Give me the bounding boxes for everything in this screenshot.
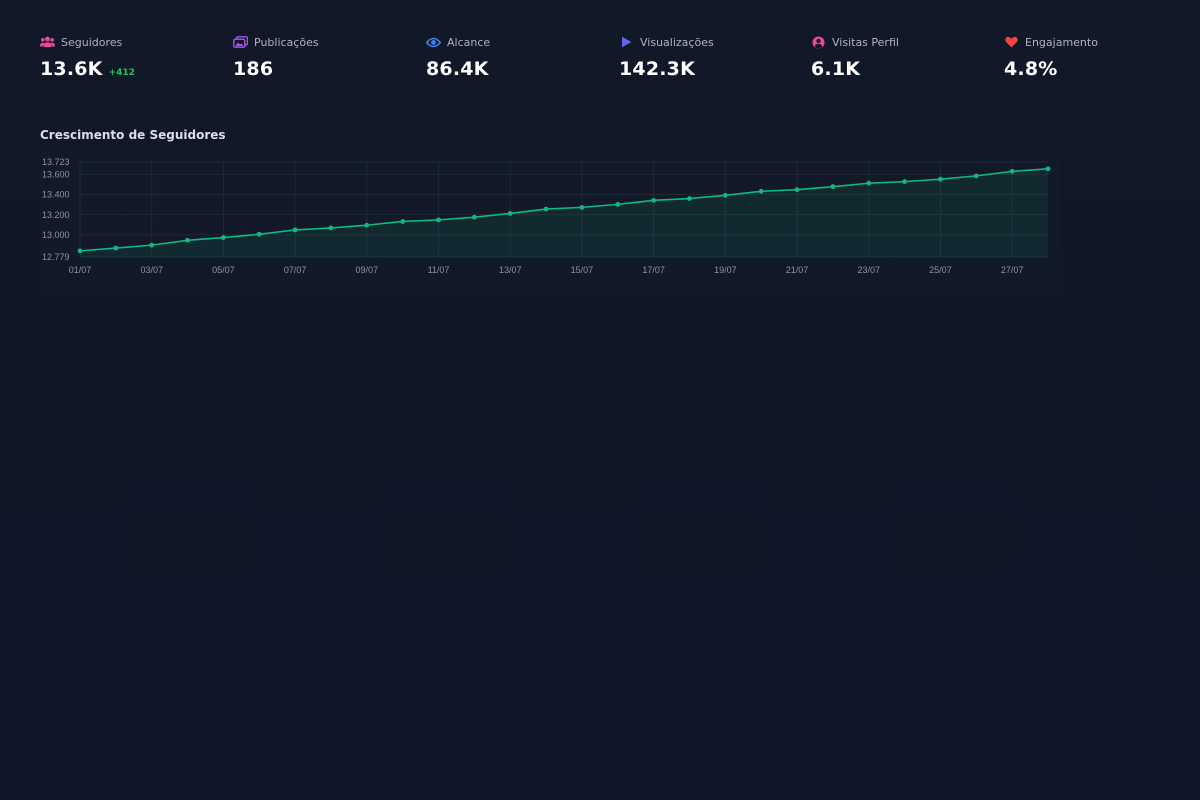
data-point (77, 248, 83, 254)
data-point (794, 187, 800, 193)
data-point (364, 222, 370, 228)
data-point (436, 217, 441, 223)
data-point (149, 242, 155, 248)
play-icon (619, 35, 634, 50)
metric-value: 4.8% (1004, 58, 1058, 80)
metric-value: 186 (233, 58, 274, 80)
metric-profile-visits: Visitas Perfil 6.1K (811, 34, 1001, 81)
data-point (256, 231, 262, 237)
x-tick-label: 15/07 (571, 265, 594, 275)
x-tick-label: 03/07 (140, 265, 163, 275)
y-tick-label: 13.600 (42, 170, 70, 180)
x-tick-label: 05/07 (212, 265, 235, 275)
metric-value: 13.6K (40, 58, 103, 80)
metric-label: Visualizações (640, 35, 714, 49)
metrics-row: Seguidores 13.6K +412 Publicações 186 Al… (40, 34, 1160, 84)
data-point (1045, 166, 1051, 172)
data-point (507, 211, 513, 216)
y-tick-label: 13.723 (42, 157, 70, 167)
data-point (328, 225, 334, 231)
x-tick-label: 01/07 (69, 265, 92, 275)
metric-value: 86.4K (426, 58, 489, 80)
metric-delta: +412 (108, 68, 135, 78)
data-point (615, 201, 621, 207)
data-point (113, 245, 119, 251)
metric-engagement: Engajamento 4.8% (1004, 34, 1194, 81)
data-point (221, 235, 226, 240)
metric-label: Seguidores (61, 35, 123, 49)
y-tick-label: 13.400 (42, 190, 70, 200)
data-point (758, 188, 764, 194)
data-point (973, 173, 979, 179)
metric-label: Publicações (254, 35, 319, 49)
data-point (400, 219, 406, 224)
data-point (292, 227, 298, 233)
metric-posts: Publicações 186 (233, 34, 423, 81)
metric-label: Visitas Perfil (832, 35, 899, 49)
heart-icon (1004, 35, 1019, 50)
x-tick-label: 09/07 (356, 265, 379, 275)
data-point (471, 214, 477, 220)
data-point (938, 176, 943, 182)
data-point (543, 206, 549, 212)
metric-reach: Alcance 86.4K (426, 34, 616, 80)
metric-value: 6.1K (811, 58, 861, 80)
eye-icon (426, 35, 441, 50)
data-point (830, 184, 836, 190)
data-point (579, 204, 585, 210)
x-tick-label: 19/07 (714, 265, 737, 275)
data-point (1009, 168, 1015, 174)
metric-label: Engajamento (1025, 35, 1098, 49)
dashboard-page: Seguidores 13.6K +412 Publicações 186 Al… (0, 0, 1200, 800)
data-point (722, 192, 728, 198)
chart-title: Crescimento de Seguidores (40, 128, 226, 142)
data-point (902, 179, 907, 185)
x-tick-label: 07/07 (284, 265, 307, 275)
x-tick-label: 13/07 (499, 265, 522, 275)
y-tick-label: 12.779 (42, 252, 70, 262)
users-icon (40, 35, 55, 50)
x-tick-label: 23/07 (857, 265, 880, 275)
x-tick-label: 25/07 (929, 265, 952, 275)
x-tick-label: 11/07 (428, 265, 450, 275)
metric-label: Alcance (447, 35, 491, 49)
chart-svg: 12.779 13.000 13.200 13.400 13.600 13.723 01/0… (42, 157, 1051, 275)
x-tick-label: 27/07 (1001, 265, 1024, 275)
images-icon (233, 35, 248, 50)
x-tick-label: 17/07 (642, 265, 665, 275)
user-circle-icon (811, 35, 826, 50)
data-point (185, 237, 190, 243)
metric-views: Visualizações 142.3K (619, 34, 809, 81)
metric-value: 142.3K (619, 58, 696, 80)
metric-followers: Seguidores 13.6K +412 (40, 34, 230, 80)
data-point (651, 197, 657, 203)
data-point (866, 180, 872, 186)
y-tick-label: 13.000 (42, 230, 70, 240)
data-point (687, 196, 692, 201)
followers-growth-chart: 12.779 13.000 13.200 13.400 13.600 13.723 01/0… (40, 150, 1060, 295)
y-tick-label: 13.200 (42, 210, 70, 220)
x-tick-label: 21/07 (786, 265, 809, 275)
